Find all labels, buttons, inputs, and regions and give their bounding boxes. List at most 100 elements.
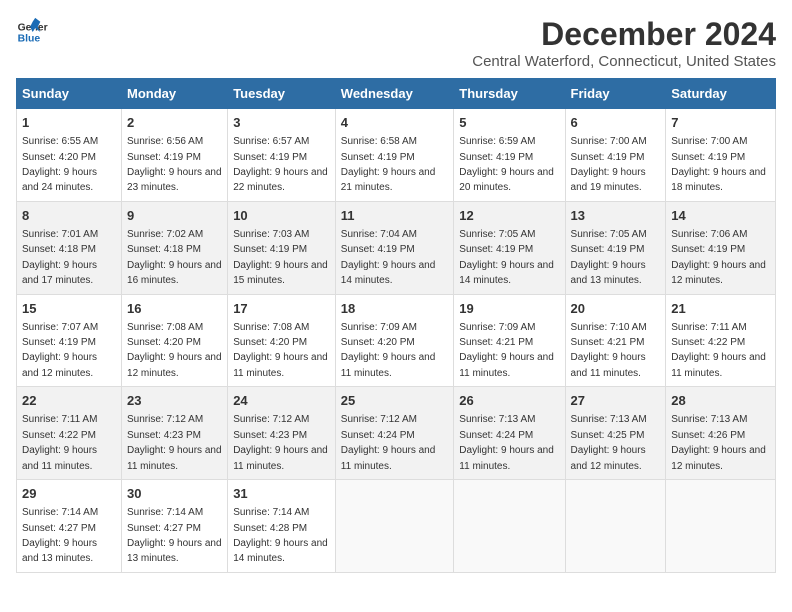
header-friday: Friday bbox=[565, 79, 666, 109]
day-info: Sunrise: 7:07 AMSunset: 4:19 PMDaylight:… bbox=[22, 322, 98, 379]
calendar-cell: 6 Sunrise: 7:00 AMSunset: 4:19 PMDayligh… bbox=[565, 109, 666, 202]
day-info: Sunrise: 7:04 AMSunset: 4:19 PMDaylight:… bbox=[341, 229, 436, 286]
calendar-cell: 12 Sunrise: 7:05 AMSunset: 4:19 PMDaylig… bbox=[454, 201, 565, 294]
calendar-cell: 1 Sunrise: 6:55 AMSunset: 4:20 PMDayligh… bbox=[17, 109, 122, 202]
day-number: 31 bbox=[233, 485, 330, 503]
calendar-cell: 3 Sunrise: 6:57 AMSunset: 4:19 PMDayligh… bbox=[228, 109, 336, 202]
day-number: 3 bbox=[233, 114, 330, 132]
day-number: 17 bbox=[233, 300, 330, 318]
calendar-cell: 29 Sunrise: 7:14 AMSunset: 4:27 PMDaylig… bbox=[17, 480, 122, 573]
day-number: 26 bbox=[459, 392, 559, 410]
day-info: Sunrise: 7:13 AMSunset: 4:26 PMDaylight:… bbox=[671, 414, 766, 471]
day-number: 7 bbox=[671, 114, 770, 132]
calendar-cell: 21 Sunrise: 7:11 AMSunset: 4:22 PMDaylig… bbox=[666, 294, 776, 387]
header-sunday: Sunday bbox=[17, 79, 122, 109]
calendar-cell: 20 Sunrise: 7:10 AMSunset: 4:21 PMDaylig… bbox=[565, 294, 666, 387]
day-info: Sunrise: 7:09 AMSunset: 4:21 PMDaylight:… bbox=[459, 322, 554, 379]
day-info: Sunrise: 7:10 AMSunset: 4:21 PMDaylight:… bbox=[571, 322, 647, 379]
calendar-cell: 17 Sunrise: 7:08 AMSunset: 4:20 PMDaylig… bbox=[228, 294, 336, 387]
calendar-cell bbox=[565, 480, 666, 573]
day-number: 10 bbox=[233, 207, 330, 225]
day-number: 18 bbox=[341, 300, 449, 318]
day-info: Sunrise: 7:14 AMSunset: 4:28 PMDaylight:… bbox=[233, 507, 328, 564]
calendar-week-row: 1 Sunrise: 6:55 AMSunset: 4:20 PMDayligh… bbox=[17, 109, 776, 202]
calendar-cell: 31 Sunrise: 7:14 AMSunset: 4:28 PMDaylig… bbox=[228, 480, 336, 573]
calendar-cell: 14 Sunrise: 7:06 AMSunset: 4:19 PMDaylig… bbox=[666, 201, 776, 294]
day-info: Sunrise: 7:13 AMSunset: 4:24 PMDaylight:… bbox=[459, 414, 554, 471]
day-number: 1 bbox=[22, 114, 116, 132]
svg-text:Blue: Blue bbox=[18, 34, 41, 45]
calendar-table: SundayMondayTuesdayWednesdayThursdayFrid… bbox=[16, 78, 776, 573]
logo-icon: General Blue bbox=[16, 16, 48, 48]
day-info: Sunrise: 7:06 AMSunset: 4:19 PMDaylight:… bbox=[671, 229, 766, 286]
day-info: Sunrise: 7:12 AMSunset: 4:23 PMDaylight:… bbox=[127, 414, 222, 471]
page-header: General Blue December 2024 Central Water… bbox=[16, 16, 776, 70]
calendar-cell bbox=[666, 480, 776, 573]
day-info: Sunrise: 7:00 AMSunset: 4:19 PMDaylight:… bbox=[671, 136, 766, 193]
calendar-cell: 16 Sunrise: 7:08 AMSunset: 4:20 PMDaylig… bbox=[122, 294, 228, 387]
calendar-cell: 9 Sunrise: 7:02 AMSunset: 4:18 PMDayligh… bbox=[122, 201, 228, 294]
calendar-cell: 22 Sunrise: 7:11 AMSunset: 4:22 PMDaylig… bbox=[17, 387, 122, 480]
calendar-header-row: SundayMondayTuesdayWednesdayThursdayFrid… bbox=[17, 79, 776, 109]
day-number: 27 bbox=[571, 392, 661, 410]
day-info: Sunrise: 7:00 AMSunset: 4:19 PMDaylight:… bbox=[571, 136, 647, 193]
day-number: 25 bbox=[341, 392, 449, 410]
calendar-cell: 8 Sunrise: 7:01 AMSunset: 4:18 PMDayligh… bbox=[17, 201, 122, 294]
header-monday: Monday bbox=[122, 79, 228, 109]
header-wednesday: Wednesday bbox=[335, 79, 454, 109]
day-number: 12 bbox=[459, 207, 559, 225]
logo: General Blue bbox=[16, 16, 48, 48]
calendar-cell: 5 Sunrise: 6:59 AMSunset: 4:19 PMDayligh… bbox=[454, 109, 565, 202]
calendar-cell: 30 Sunrise: 7:14 AMSunset: 4:27 PMDaylig… bbox=[122, 480, 228, 573]
day-info: Sunrise: 6:56 AMSunset: 4:19 PMDaylight:… bbox=[127, 136, 222, 193]
day-info: Sunrise: 6:59 AMSunset: 4:19 PMDaylight:… bbox=[459, 136, 554, 193]
day-number: 8 bbox=[22, 207, 116, 225]
day-number: 22 bbox=[22, 392, 116, 410]
day-number: 14 bbox=[671, 207, 770, 225]
day-number: 15 bbox=[22, 300, 116, 318]
day-number: 11 bbox=[341, 207, 449, 225]
day-info: Sunrise: 7:08 AMSunset: 4:20 PMDaylight:… bbox=[127, 322, 222, 379]
header-thursday: Thursday bbox=[454, 79, 565, 109]
calendar-cell: 28 Sunrise: 7:13 AMSunset: 4:26 PMDaylig… bbox=[666, 387, 776, 480]
day-info: Sunrise: 7:14 AMSunset: 4:27 PMDaylight:… bbox=[127, 507, 222, 564]
calendar-cell: 4 Sunrise: 6:58 AMSunset: 4:19 PMDayligh… bbox=[335, 109, 454, 202]
day-info: Sunrise: 7:08 AMSunset: 4:20 PMDaylight:… bbox=[233, 322, 328, 379]
day-info: Sunrise: 6:55 AMSunset: 4:20 PMDaylight:… bbox=[22, 136, 98, 193]
day-number: 24 bbox=[233, 392, 330, 410]
calendar-cell: 2 Sunrise: 6:56 AMSunset: 4:19 PMDayligh… bbox=[122, 109, 228, 202]
page-title: December 2024 bbox=[472, 16, 776, 53]
title-area: December 2024 Central Waterford, Connect… bbox=[472, 16, 776, 70]
day-number: 20 bbox=[571, 300, 661, 318]
day-info: Sunrise: 7:11 AMSunset: 4:22 PMDaylight:… bbox=[22, 414, 97, 471]
calendar-week-row: 8 Sunrise: 7:01 AMSunset: 4:18 PMDayligh… bbox=[17, 201, 776, 294]
day-number: 21 bbox=[671, 300, 770, 318]
day-number: 29 bbox=[22, 485, 116, 503]
day-info: Sunrise: 7:09 AMSunset: 4:20 PMDaylight:… bbox=[341, 322, 436, 379]
calendar-week-row: 22 Sunrise: 7:11 AMSunset: 4:22 PMDaylig… bbox=[17, 387, 776, 480]
day-number: 2 bbox=[127, 114, 222, 132]
day-info: Sunrise: 7:01 AMSunset: 4:18 PMDaylight:… bbox=[22, 229, 98, 286]
header-saturday: Saturday bbox=[666, 79, 776, 109]
day-number: 9 bbox=[127, 207, 222, 225]
day-info: Sunrise: 7:14 AMSunset: 4:27 PMDaylight:… bbox=[22, 507, 98, 564]
calendar-week-row: 29 Sunrise: 7:14 AMSunset: 4:27 PMDaylig… bbox=[17, 480, 776, 573]
calendar-cell: 23 Sunrise: 7:12 AMSunset: 4:23 PMDaylig… bbox=[122, 387, 228, 480]
day-info: Sunrise: 7:03 AMSunset: 4:19 PMDaylight:… bbox=[233, 229, 328, 286]
calendar-cell: 13 Sunrise: 7:05 AMSunset: 4:19 PMDaylig… bbox=[565, 201, 666, 294]
day-number: 28 bbox=[671, 392, 770, 410]
day-number: 19 bbox=[459, 300, 559, 318]
calendar-cell: 7 Sunrise: 7:00 AMSunset: 4:19 PMDayligh… bbox=[666, 109, 776, 202]
calendar-cell bbox=[335, 480, 454, 573]
day-number: 13 bbox=[571, 207, 661, 225]
calendar-cell: 11 Sunrise: 7:04 AMSunset: 4:19 PMDaylig… bbox=[335, 201, 454, 294]
calendar-cell: 25 Sunrise: 7:12 AMSunset: 4:24 PMDaylig… bbox=[335, 387, 454, 480]
calendar-cell: 18 Sunrise: 7:09 AMSunset: 4:20 PMDaylig… bbox=[335, 294, 454, 387]
day-number: 6 bbox=[571, 114, 661, 132]
day-info: Sunrise: 7:02 AMSunset: 4:18 PMDaylight:… bbox=[127, 229, 222, 286]
page-subtitle: Central Waterford, Connecticut, United S… bbox=[472, 53, 776, 70]
calendar-cell: 27 Sunrise: 7:13 AMSunset: 4:25 PMDaylig… bbox=[565, 387, 666, 480]
calendar-week-row: 15 Sunrise: 7:07 AMSunset: 4:19 PMDaylig… bbox=[17, 294, 776, 387]
header-tuesday: Tuesday bbox=[228, 79, 336, 109]
calendar-cell: 19 Sunrise: 7:09 AMSunset: 4:21 PMDaylig… bbox=[454, 294, 565, 387]
